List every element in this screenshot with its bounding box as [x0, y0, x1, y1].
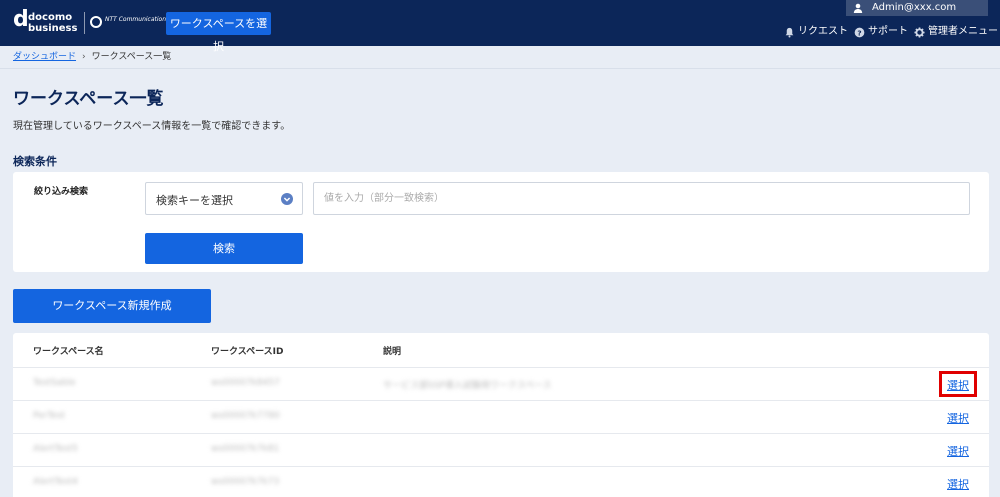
breadcrumb-dashboard-link[interactable]: ダッシュボード	[13, 52, 76, 62]
ntt-mark-icon	[90, 16, 102, 28]
ntt-logo-text: NTT Communications	[105, 16, 170, 23]
column-header-name: ワークスペース名	[33, 347, 104, 357]
ntt-communications-logo: NTT Communications	[90, 15, 169, 31]
gear-icon	[914, 26, 925, 38]
top-header: d docomo business NTT Communications ワーク…	[0, 0, 1000, 53]
admin-menu-label: 管理者メニュー	[928, 26, 998, 37]
request-link[interactable]: リクエスト	[784, 25, 848, 39]
logo-text-line2: business	[28, 23, 78, 34]
logo-mark: d	[13, 7, 29, 32]
select-workspace-link[interactable]: 選択	[947, 443, 969, 459]
workspace-id: ws00007k8457	[211, 378, 280, 388]
table-row: PerTest ws00007k7780 選択	[13, 400, 989, 433]
chevron-down-icon	[281, 193, 293, 205]
help-icon: ?	[854, 27, 865, 37]
table-row: AlertTest5 ws00007k7k81 選択	[13, 433, 989, 466]
breadcrumb-divider	[0, 68, 1000, 69]
search-panel: 絞り込み検索 検索キーを選択 検索	[13, 172, 989, 272]
select-workspace-button[interactable]: ワークスペースを選択	[166, 12, 271, 53]
user-icon	[853, 3, 863, 13]
workspace-name: AlertTest5	[33, 444, 78, 454]
workspace-id: ws00007k7780	[211, 411, 280, 421]
column-header-id: ワークスペースID	[211, 347, 284, 357]
select-workspace-link[interactable]: 選択	[947, 377, 969, 393]
docomo-business-logo[interactable]: d docomo business	[13, 9, 88, 37]
support-link-label: サポート	[868, 26, 908, 37]
table-row: AlertTest4 ws00007k7k73 選択	[13, 466, 989, 497]
search-key-select[interactable]: 検索キーを選択	[145, 182, 303, 215]
search-value-input[interactable]	[313, 182, 970, 215]
workspace-description: サービス部SSP導入試験用ワークスペース	[383, 381, 552, 391]
select-workspace-link[interactable]: 選択	[947, 476, 969, 492]
breadcrumb-current: ワークスペース一覧	[91, 52, 172, 62]
user-account-menu[interactable]: Admin@xxx.com	[846, 0, 988, 16]
page-description: 現在管理しているワークスペース情報を一覧で確認できます。	[13, 121, 291, 132]
search-key-value: 検索キーを選択	[156, 194, 233, 207]
svg-text:?: ?	[857, 28, 861, 37]
breadcrumb: ダッシュボード › ワークスペース一覧	[13, 51, 171, 63]
workspace-id: ws00007k7k73	[211, 477, 280, 487]
breadcrumb-separator: ›	[82, 52, 86, 62]
workspace-table: ワークスペース名 ワークスペースID 説明 TestSable ws00007k…	[13, 333, 989, 497]
workspace-name: TestSable	[33, 378, 76, 388]
workspace-id: ws00007k7k81	[211, 444, 280, 454]
workspace-name: PerTest	[33, 411, 66, 421]
bell-icon	[785, 27, 794, 38]
search-section-title: 検索条件	[13, 155, 57, 168]
search-button[interactable]: 検索	[145, 233, 303, 264]
create-workspace-button[interactable]: ワークスペース新規作成	[13, 289, 211, 323]
column-header-description: 説明	[383, 347, 402, 357]
logo-text-line1: docomo	[28, 12, 73, 23]
filter-label: 絞り込み検索	[34, 187, 89, 197]
logo-divider	[84, 12, 85, 34]
admin-menu-link[interactable]: 管理者メニュー	[914, 25, 998, 39]
request-link-label: リクエスト	[798, 26, 848, 37]
support-link[interactable]: ? サポート	[854, 25, 908, 39]
table-row: TestSable ws00007k8457 サービス部SSP導入試験用ワークス…	[13, 367, 989, 400]
select-workspace-link[interactable]: 選択	[947, 410, 969, 426]
page-title: ワークスペース一覧	[13, 89, 164, 109]
user-email: Admin@xxx.com	[872, 2, 957, 13]
workspace-name: AlertTest4	[33, 477, 78, 487]
